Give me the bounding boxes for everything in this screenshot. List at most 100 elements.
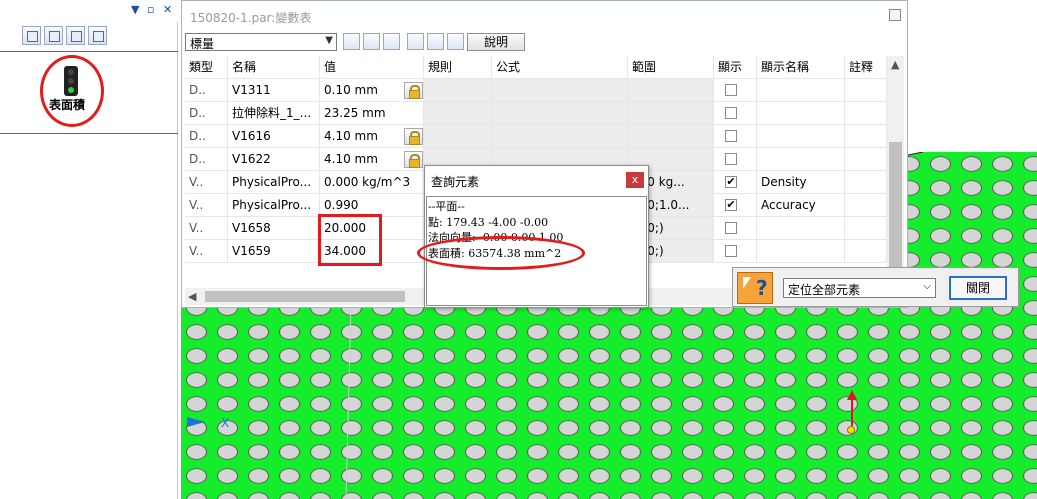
calculator-icon[interactable] xyxy=(66,26,85,45)
query-locate-icon[interactable]: ? xyxy=(737,272,773,304)
cell-range[interactable] xyxy=(628,102,714,125)
locate-filter-select[interactable]: 定位全部元素 ⌵ xyxy=(783,278,936,298)
cell-formula[interactable] xyxy=(492,79,628,102)
cell-value[interactable]: 23.25 mm xyxy=(320,102,424,125)
lock-icon[interactable] xyxy=(404,151,423,168)
left-panel-titlebar: ▼ ▫ ✕ xyxy=(0,0,178,22)
close-icon[interactable]: ✕ xyxy=(163,3,172,16)
cell-rule[interactable] xyxy=(424,79,492,102)
col-header-type[interactable]: 類型 xyxy=(185,56,228,79)
lock-icon[interactable] xyxy=(404,128,423,145)
dialog-close-icon[interactable]: x xyxy=(626,172,644,188)
vertical-scroll-thumb[interactable] xyxy=(889,142,902,282)
cell-comment[interactable] xyxy=(845,217,887,240)
lock-icon[interactable] xyxy=(404,82,423,99)
cell-type[interactable]: D.. xyxy=(185,148,228,171)
col-header-range[interactable]: 範圍 xyxy=(628,56,714,79)
cell-comment[interactable] xyxy=(845,148,887,171)
left-toolbar xyxy=(22,26,107,46)
cell-type[interactable]: D.. xyxy=(185,79,228,102)
col-header-name[interactable]: 名稱 xyxy=(228,56,320,79)
cell-range[interactable] xyxy=(628,125,714,148)
print-icon[interactable] xyxy=(407,33,424,50)
table-row[interactable]: D.. V1616 4.10 mm xyxy=(185,125,887,148)
cell-display-name[interactable]: Accuracy xyxy=(757,194,845,217)
cell-display-name[interactable] xyxy=(757,240,845,263)
cell-display-name[interactable] xyxy=(757,102,845,125)
left-panel: ▼ ▫ ✕ 表面積 xyxy=(0,0,178,499)
help-button[interactable]: 說明 xyxy=(467,33,525,51)
query-line-type: --平面-- xyxy=(428,200,465,213)
display-checkbox[interactable] xyxy=(725,84,737,96)
horizontal-scroll-thumb[interactable] xyxy=(205,291,405,302)
cell-name[interactable]: PhysicalPro... xyxy=(228,171,320,194)
cell-name[interactable]: V1659 xyxy=(228,240,320,263)
cell-comment[interactable] xyxy=(845,194,887,217)
cell-type[interactable]: D.. xyxy=(185,102,228,125)
display-checkbox[interactable] xyxy=(725,222,737,234)
normal-arrow-shaft xyxy=(851,398,853,426)
query-line-point: 點: 179.43 -4.00 -0.00 xyxy=(428,215,549,229)
table-row[interactable]: D.. V1311 0.10 mm xyxy=(185,79,887,102)
cell-type[interactable]: V.. xyxy=(185,194,228,217)
grid-icon[interactable] xyxy=(44,26,63,45)
cell-comment[interactable] xyxy=(845,79,887,102)
col-header-value[interactable]: 值 xyxy=(320,56,424,79)
cell-formula[interactable] xyxy=(492,125,628,148)
cell-formula[interactable] xyxy=(492,102,628,125)
cell-type[interactable]: D.. xyxy=(185,125,228,148)
col-header-display[interactable]: 顯示 xyxy=(714,56,757,79)
display-checkbox[interactable] xyxy=(725,245,737,257)
cell-range[interactable] xyxy=(628,79,714,102)
filter-select[interactable]: 標量 ▼ xyxy=(185,33,337,51)
col-header-formula[interactable]: 公式 xyxy=(492,56,628,79)
table-header-row: 類型 名稱 值 規則 公式 範圍 顯示 顯示名稱 註釋 xyxy=(185,56,887,79)
display-checkbox[interactable] xyxy=(725,153,737,165)
display-checkbox[interactable]: ✔ xyxy=(725,199,737,211)
cell-name[interactable]: V1622 xyxy=(228,148,320,171)
cell-display-name[interactable]: Density xyxy=(757,171,845,194)
col-header-display-name[interactable]: 顯示名稱 xyxy=(757,56,845,79)
cell-name[interactable]: V1311 xyxy=(228,79,320,102)
cell-rule[interactable] xyxy=(424,102,492,125)
display-checkbox[interactable] xyxy=(725,107,737,119)
sort-icon[interactable] xyxy=(383,33,400,50)
highlight-ellipse xyxy=(40,55,104,127)
close-button[interactable]: 關閉 xyxy=(949,276,1007,300)
cell-display-name[interactable] xyxy=(757,217,845,240)
cell-comment[interactable] xyxy=(845,240,887,263)
pin-icon[interactable]: ▫ xyxy=(147,3,154,16)
col-header-comment[interactable]: 註釋 xyxy=(845,56,887,79)
cell-type[interactable]: V.. xyxy=(185,171,228,194)
cell-display-name[interactable] xyxy=(757,125,845,148)
query-element-dialog[interactable]: 查詢元素 x --平面-- 點: 179.43 -4.00 -0.00 法向向量… xyxy=(424,165,649,308)
cell-value[interactable]: 0.000 kg/m^3 xyxy=(320,171,424,194)
window-close-icon[interactable] xyxy=(889,9,901,21)
cell-type[interactable]: V.. xyxy=(185,240,228,263)
chevron-down-icon: ⌵ xyxy=(923,281,931,292)
cell-name[interactable]: V1658 xyxy=(228,217,320,240)
paste-icon[interactable] xyxy=(447,33,464,50)
cell-name[interactable]: PhysicalPro... xyxy=(228,194,320,217)
filter-icon[interactable] xyxy=(343,33,360,50)
layers-icon[interactable] xyxy=(88,26,107,45)
cell-display-name[interactable] xyxy=(757,148,845,171)
cell-comment[interactable] xyxy=(845,125,887,148)
formula-icon[interactable] xyxy=(363,33,380,50)
window-titlebar: 150820-1.par:變數表 xyxy=(182,1,907,31)
cell-comment[interactable] xyxy=(845,102,887,125)
cell-display-name[interactable] xyxy=(757,79,845,102)
copy-icon[interactable] xyxy=(427,33,444,50)
col-header-rule[interactable]: 規則 xyxy=(424,56,492,79)
cell-name[interactable]: 拉伸除料_1_... xyxy=(228,102,320,125)
cell-comment[interactable] xyxy=(845,171,887,194)
cell-name[interactable]: V1616 xyxy=(228,125,320,148)
table-row[interactable]: D.. 拉伸除料_1_... 23.25 mm xyxy=(185,102,887,125)
dropdown-icon[interactable]: ▼ xyxy=(131,3,139,16)
edit-icon[interactable] xyxy=(22,26,41,45)
display-checkbox[interactable]: ✔ xyxy=(725,176,737,188)
coordinate-triad-icon xyxy=(187,417,205,427)
display-checkbox[interactable] xyxy=(725,130,737,142)
cell-type[interactable]: V.. xyxy=(185,217,228,240)
cell-rule[interactable] xyxy=(424,125,492,148)
